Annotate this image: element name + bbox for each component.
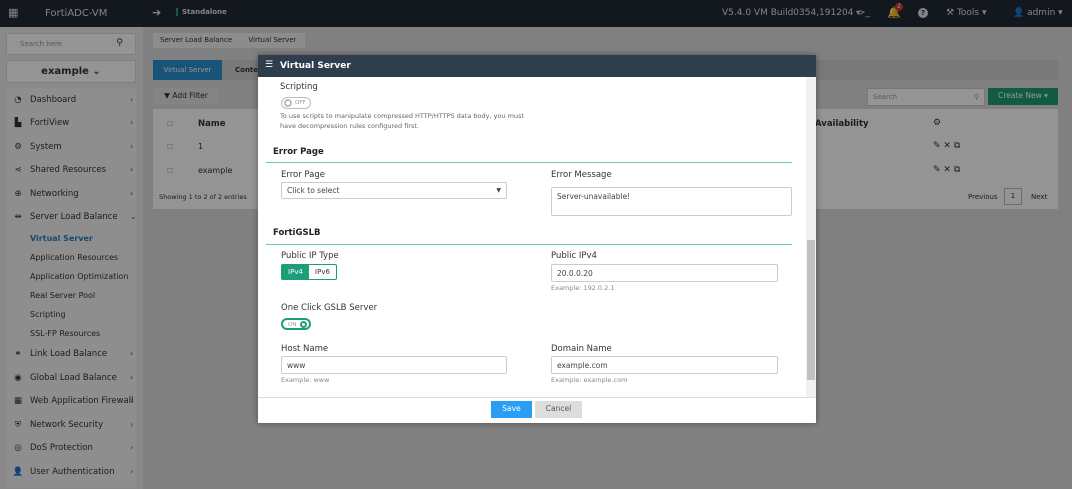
label: OFF bbox=[295, 100, 306, 106]
ipv4-option[interactable]: IPv4 bbox=[282, 265, 309, 279]
cancel-button[interactable]: Cancel bbox=[535, 401, 582, 418]
scripting-help: To use scripts to manipulate compressed … bbox=[280, 112, 524, 120]
scripting-label: Scripting bbox=[280, 82, 318, 92]
public-ipv4-label: Public IPv4 bbox=[551, 251, 597, 261]
caret-down-icon: ▼ bbox=[496, 187, 501, 194]
ipv6-option[interactable]: IPv6 bbox=[309, 265, 336, 279]
section-error-page: Error Page bbox=[273, 147, 324, 157]
error-message-label: Error Message bbox=[551, 170, 612, 180]
host-name-input[interactable]: www bbox=[281, 356, 507, 374]
virtual-server-dialog: ☰ Virtual Server Scripting OFF To use sc… bbox=[258, 55, 816, 423]
domain-name-input[interactable]: example.com bbox=[551, 356, 778, 374]
value: Click to select bbox=[287, 186, 340, 195]
error-page-select[interactable]: Click to select ▼ bbox=[281, 182, 507, 199]
public-ip-type-label: Public IP Type bbox=[281, 251, 339, 261]
list-icon: ☰ bbox=[265, 60, 274, 70]
scripting-toggle[interactable]: OFF bbox=[281, 97, 311, 109]
error-message-textarea[interactable]: Server-unavailable! bbox=[551, 187, 792, 216]
dialog-title: Virtual Server bbox=[280, 61, 351, 71]
section-fortigslb: FortiGSLB bbox=[273, 228, 321, 238]
label: ON bbox=[288, 322, 297, 328]
host-hint: Example: www bbox=[281, 376, 330, 384]
dialog-scrollbar[interactable] bbox=[806, 77, 816, 397]
host-name-label: Host Name bbox=[281, 344, 329, 354]
dialog-header: ☰ Virtual Server bbox=[258, 55, 816, 77]
public-ip-type-segment: IPv4 IPv6 bbox=[281, 264, 337, 280]
one-click-gslb-toggle[interactable]: ON bbox=[281, 318, 311, 330]
domain-hint: Example: example.com bbox=[551, 376, 628, 384]
public-ipv4-input[interactable]: 20.0.0.20 bbox=[551, 264, 778, 282]
save-button[interactable]: Save bbox=[491, 401, 532, 418]
ipv4-hint: Example: 192.0.2.1 bbox=[551, 284, 615, 292]
one-click-gslb-label: One Click GSLB Server bbox=[281, 303, 378, 313]
scripting-help: have decompression rules configured firs… bbox=[280, 122, 419, 130]
error-page-label: Error Page bbox=[281, 170, 325, 180]
domain-name-label: Domain Name bbox=[551, 344, 612, 354]
